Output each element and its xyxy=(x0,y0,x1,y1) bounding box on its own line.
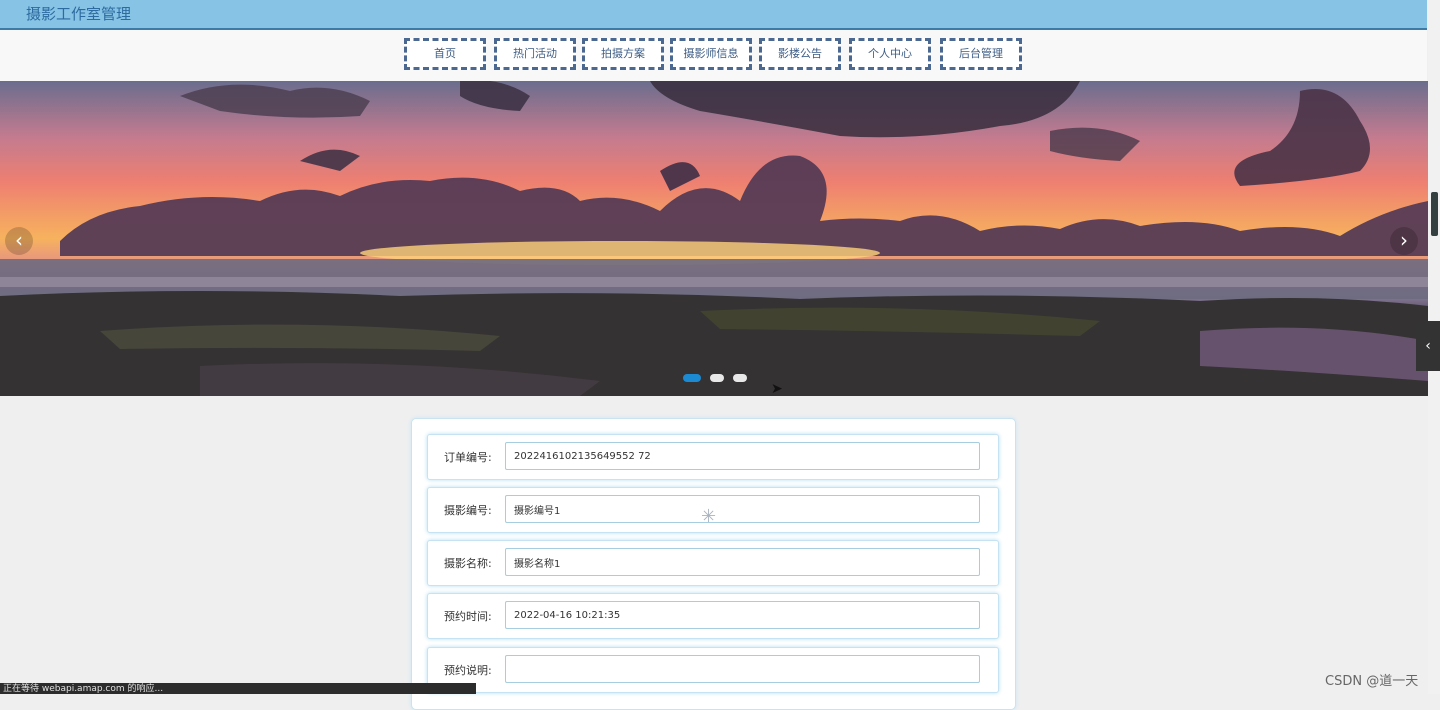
nav-item-personal-center[interactable]: 个人中心 xyxy=(849,38,931,70)
carousel-prev-button[interactable]: ‹ xyxy=(5,227,33,255)
carousel-dot-1[interactable] xyxy=(683,374,701,382)
nav-item-admin[interactable]: 后台管理 xyxy=(940,38,1022,70)
loading-spinner-icon: ✳ xyxy=(701,506,717,527)
form-row-booking-time: 预约时间: xyxy=(427,593,999,639)
photo-name-input[interactable] xyxy=(505,548,980,576)
mouse-cursor-icon: ➤ xyxy=(771,381,783,397)
form-row-booking-note: 预约说明: xyxy=(427,647,999,693)
sunset-seascape-image xyxy=(0,81,1428,396)
main-nav: 首页 热门活动 拍摄方案 摄影师信息 影楼公告 个人中心 后台管理 xyxy=(0,30,1427,81)
booking-time-label: 预约时间: xyxy=(444,610,492,623)
browser-status-bar: 正在等待 webapi.amap.com 的响应... xyxy=(0,683,476,694)
carousel-dot-2[interactable] xyxy=(710,374,725,382)
booking-note-input[interactable] xyxy=(505,655,980,683)
photo-name-label: 摄影名称: xyxy=(444,557,492,570)
photo-number-label: 摄影编号: xyxy=(444,504,492,517)
carousel-dot-3[interactable] xyxy=(733,374,748,382)
nav-item-shooting-plans[interactable]: 拍摄方案 xyxy=(582,38,664,70)
carousel-banner: ‹ › xyxy=(0,81,1428,396)
side-panel-toggle[interactable]: ‹ xyxy=(1416,321,1440,371)
site-title: 摄影工作室管理 xyxy=(26,5,132,23)
booking-time-input[interactable] xyxy=(505,601,980,629)
order-form: 订单编号: 摄影编号: 摄影名称: 预约时间: 预约说明: xyxy=(411,418,1016,710)
carousel-indicators xyxy=(683,374,751,393)
nav-item-photographers[interactable]: 摄影师信息 xyxy=(670,38,752,70)
csdn-watermark: CSDN @道一天 xyxy=(1325,674,1419,689)
nav-item-hot-events[interactable]: 热门活动 xyxy=(494,38,576,70)
scrollbar-thumb[interactable] xyxy=(1431,192,1438,236)
form-row-photo-name: 摄影名称: xyxy=(427,540,999,586)
photo-number-input[interactable] xyxy=(505,495,980,523)
carousel-next-button[interactable]: › xyxy=(1390,227,1418,255)
order-number-label: 订单编号: xyxy=(444,451,492,464)
booking-note-label: 预约说明: xyxy=(444,664,492,677)
chevron-right-icon: › xyxy=(1400,228,1408,252)
order-number-input[interactable] xyxy=(505,442,980,470)
form-row-order-number: 订单编号: xyxy=(427,434,999,480)
chevron-left-icon: ‹ xyxy=(15,228,23,252)
nav-item-announcements[interactable]: 影楼公告 xyxy=(759,38,841,70)
nav-item-home[interactable]: 首页 xyxy=(404,38,486,70)
header-bar: 摄影工作室管理 xyxy=(0,0,1427,30)
chevron-left-icon: ‹ xyxy=(1425,338,1431,354)
